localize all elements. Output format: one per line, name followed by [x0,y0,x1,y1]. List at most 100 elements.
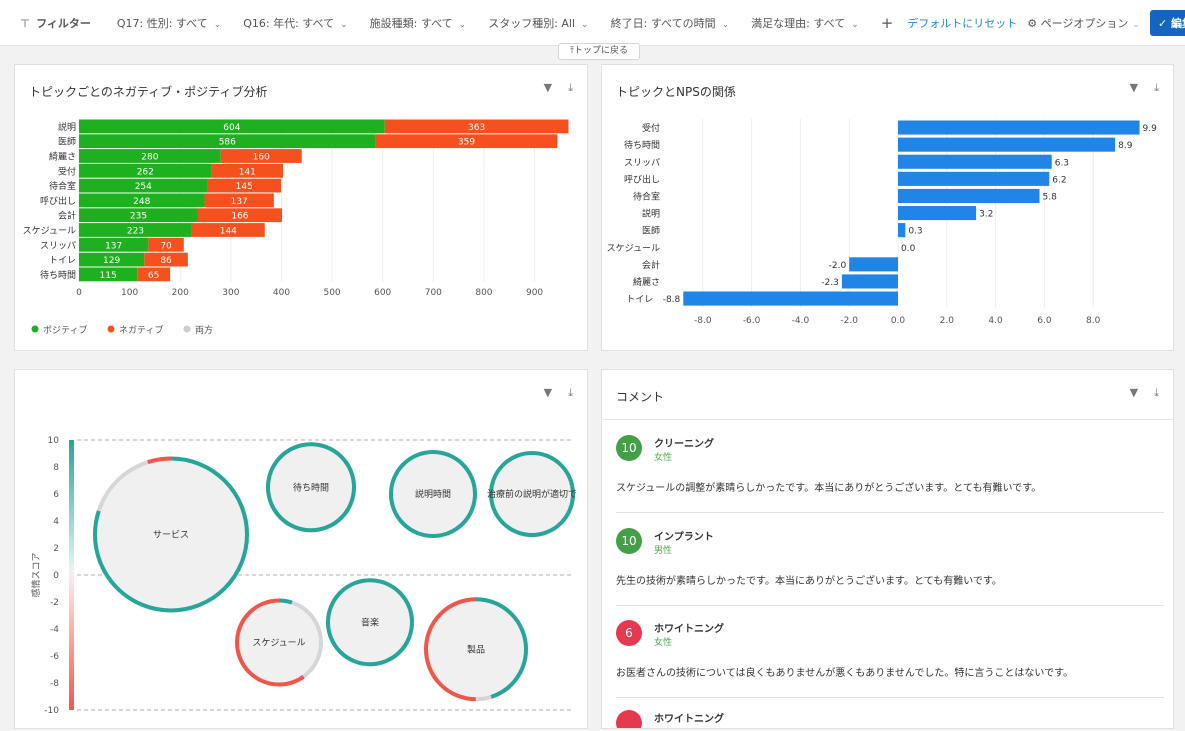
back-to-top-button[interactable]: ⤒トップに戻る [558,43,640,60]
bar [849,257,898,272]
comment-gender: 女性 [654,453,673,463]
bubble-panel: ▼ ⤓ 10 8 6 4 2 0 -2 -4 -6 -8 -10 感情スコア サービス 待ち時間 説明時間 治療… [14,369,588,729]
x-tick-label: 500 [323,288,340,298]
y-tick-label: 0 [53,571,59,581]
data-label: -2.3 [821,278,839,288]
filter-age-label: Q16: 年代: すべて [243,16,335,30]
filter-toggle[interactable]: ⊤ フィルター [20,15,91,31]
category-label: 待合室 [49,180,76,192]
category-label: スケジュール [607,243,660,254]
category-label: スケジュール [23,226,76,237]
category-label: トイレ [49,256,76,266]
comment-text: スケジュールの調整が素晴らしかったです。本当にありがとうございます。とても有難い… [616,483,1042,494]
x-tick-label: 200 [172,288,189,298]
data-label: 3.2 [979,210,993,220]
bubble-label: 治療前の説明が適切で [487,488,577,500]
y-tick-label: 10 [48,436,60,446]
data-label: 248 [133,197,150,207]
data-label: 5.8 [1043,192,1058,202]
x-tick-label: 900 [526,288,543,298]
sentiment-chart: 0 100 200 300 400 500 600 700 800 900 説明 604 363 医師 58… [23,119,569,336]
x-tick-label: 0 [76,288,82,298]
data-label: 6.2 [1052,175,1066,185]
divider [602,419,1173,420]
data-label: 137 [231,197,248,207]
category-label: 待合室 [633,190,660,202]
comment-text: 先生の技術が素晴らしかったです。本当にありがとうございます。とても有難いです。 [616,576,1002,587]
x-tick-label: 700 [425,288,442,298]
data-label: 280 [141,153,158,163]
download-icon[interactable]: ⤓ [1154,386,1159,399]
filter-age[interactable]: Q16: 年代: すべて ⌄ [243,15,347,31]
category-label: 待ち時間 [40,269,76,281]
category-label: スリッパ [40,240,76,251]
comment-topic: クリーニング [654,439,714,450]
category-label: スリッパ [624,157,660,168]
chevron-down-icon: ⌄ [721,19,730,30]
comment-gender: 男性 [654,546,673,556]
score-badge: 6 [616,620,642,646]
add-filter-button[interactable]: + [881,14,894,32]
bar [898,171,1050,186]
data-label: 9.9 [1143,124,1158,134]
bubble-label: サービス [153,530,189,541]
data-label: 0.0 [901,244,916,254]
data-label: 166 [231,212,248,222]
data-label: 137 [105,241,122,251]
category-label: トイレ [626,295,653,305]
comments-panel: コメント ▼ ⤓ 10 クリーニング 女性 スケジュールの調整が素晴らしかったです… [601,369,1174,729]
data-label: 6.3 [1055,158,1069,168]
category-label: 受付 [642,122,660,134]
divider [616,605,1164,606]
comment-text: お医者さんの技術については良くもありませんが悪くもありませんでした。特に言うこと… [616,668,1074,679]
data-label: 144 [220,227,237,237]
data-label: 254 [135,182,152,192]
category-label: 呼び出し [624,173,660,185]
data-label: 141 [239,167,256,177]
filter-reason[interactable]: 満足な理由: すべて ⌄ [751,15,859,31]
y-tick-label: -4 [50,625,59,635]
data-label: -2.0 [829,261,847,271]
bubble-chart: 10 8 6 4 2 0 -2 -4 -6 -8 -10 感情スコア サービス 待ち時間説明時間 治療前の説… [30,436,577,716]
data-label: 86 [160,256,172,266]
filter-facility[interactable]: 施設種類: すべて ⌄ [370,15,467,31]
data-label: 0.3 [908,227,922,237]
x-tick-label: 0.0 [891,316,906,326]
category-label: 綺麗さ [49,151,76,163]
filter-staff[interactable]: スタッフ種別: All ⌄ [488,15,588,31]
bar [683,291,898,306]
data-label: 160 [253,153,270,163]
finish-editing-button[interactable]: ✓ 編集を完了 [1149,9,1185,36]
comment-topic: ホワイトニング [654,624,724,635]
chevron-down-icon: ⌄ [213,19,222,30]
comment-topic: ホワイトニング [654,714,724,725]
category-label: 受付 [58,165,76,177]
data-label: 145 [236,182,253,192]
filter-gender-label: Q17: 性別: すべて [116,16,208,30]
filter-end-date[interactable]: 終了日: すべての時間 ⌄ [611,15,730,31]
bar [898,137,1116,152]
score-badge [616,710,642,728]
legend-marker [107,325,115,333]
filter-gender[interactable]: Q17: 性別: すべて ⌄ [117,15,221,31]
divider [616,697,1164,698]
filter-title: フィルター [36,16,91,30]
bar [898,206,977,221]
data-label: 129 [103,256,120,266]
sentiment-color-bar [69,440,74,710]
page-options-button[interactable]: ⚙ ページオプション ⌄ [1027,15,1140,31]
reset-default-link[interactable]: デフォルトにリセット [907,15,1017,31]
chevron-down-icon: ⌄ [581,19,589,30]
bubble-label: 製品 [467,643,485,655]
filter-icon[interactable]: ▼ [1130,386,1138,399]
data-label: 115 [100,271,117,281]
legend-marker [31,325,39,333]
x-tick-label: 4.0 [988,316,1003,326]
data-label: 262 [137,167,154,177]
panel-title: コメント [616,390,665,404]
category-label: 説明 [642,208,660,220]
data-label: 70 [160,241,172,251]
nps-panel: トピックとNPSの関係 ▼ ⤓ -8.0 -6.0 -4.0 -2.0 0.0 2.0 4.0… [601,64,1174,351]
data-label: 65 [148,271,159,281]
category-label: 説明 [58,121,76,133]
